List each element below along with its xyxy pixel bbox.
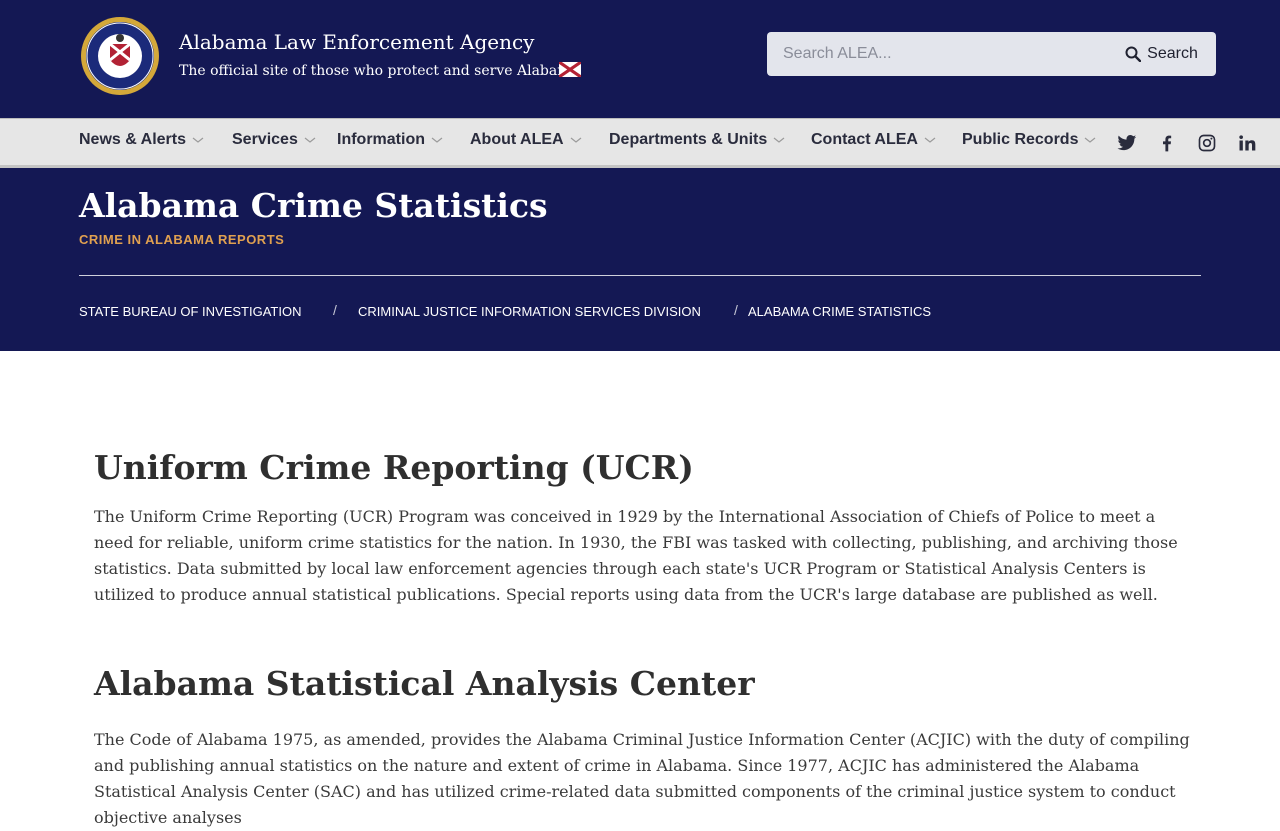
divider xyxy=(79,275,1201,276)
nav-public-records[interactable]: Public Records xyxy=(962,131,1096,149)
page-header-band: Alabama Crime Statistics CRIME IN ALABAM… xyxy=(0,168,1280,351)
breadcrumb-cjis-division[interactable]: CRIMINAL JUSTICE INFORMATION SERVICES DI… xyxy=(358,304,701,319)
nav-about-alea[interactable]: About ALEA xyxy=(470,131,582,149)
chevron-down-icon xyxy=(924,137,936,143)
chevron-down-icon xyxy=(1085,137,1096,143)
section-body-ucr: The Uniform Crime Reporting (UCR) Progra… xyxy=(94,507,1178,604)
alabama-flag-icon xyxy=(559,62,581,77)
breadcrumb-current: ALABAMA CRIME STATISTICS xyxy=(748,304,931,319)
nav-departments-units[interactable]: Departments & Units xyxy=(609,131,785,149)
nav-label: Public Records xyxy=(962,131,1079,148)
search-button[interactable]: Search xyxy=(1107,32,1216,76)
section-heading-sac: Alabama Statistical Analysis Center xyxy=(94,664,755,703)
chevron-down-icon xyxy=(570,137,581,143)
nav-news-alerts[interactable]: News & Alerts xyxy=(79,131,204,149)
main-nav: News & Alerts Services Information About… xyxy=(0,118,1280,168)
twitter-icon[interactable] xyxy=(1117,133,1137,153)
page-title: Alabama Crime Statistics xyxy=(79,186,548,225)
chevron-down-icon xyxy=(304,137,316,143)
breadcrumb-separator: / xyxy=(333,302,337,318)
search-input[interactable] xyxy=(767,32,1097,76)
nav-contact-alea[interactable]: Contact ALEA xyxy=(811,131,936,149)
nav-label: Information xyxy=(337,131,425,148)
chevron-down-icon xyxy=(192,137,204,143)
breadcrumb-state-bureau[interactable]: STATE BUREAU OF INVESTIGATION xyxy=(79,304,301,319)
breadcrumb-separator: / xyxy=(734,302,738,318)
chevron-down-icon xyxy=(431,137,443,143)
nav-services[interactable]: Services xyxy=(232,131,316,149)
instagram-icon[interactable] xyxy=(1197,133,1217,153)
linkedin-icon[interactable] xyxy=(1237,133,1257,153)
chevron-down-icon xyxy=(773,137,785,143)
nav-label: Services xyxy=(232,131,298,148)
nav-label: News & Alerts xyxy=(79,131,186,148)
agency-tagline: The official site of those who protect a… xyxy=(179,63,579,79)
facebook-icon[interactable] xyxy=(1157,133,1177,153)
search-icon xyxy=(1125,46,1142,62)
alea-seal-logo[interactable] xyxy=(80,16,160,96)
nav-label: About ALEA xyxy=(470,131,564,148)
section-body-sac: The Code of Alabama 1975, as amended, pr… xyxy=(94,730,1190,827)
nav-label: Departments & Units xyxy=(609,131,768,148)
nav-label: Contact ALEA xyxy=(811,131,918,148)
search-button-label: Search xyxy=(1147,45,1198,62)
agency-name[interactable]: Alabama Law Enforcement Agency xyxy=(179,30,534,54)
section-heading-ucr: Uniform Crime Reporting (UCR) xyxy=(94,448,694,487)
search-form: Search xyxy=(767,32,1216,76)
page-subtitle: CRIME IN ALABAMA REPORTS xyxy=(79,232,285,247)
nav-information[interactable]: Information xyxy=(337,131,443,149)
site-header: Alabama Law Enforcement Agency The offic… xyxy=(0,0,1280,118)
